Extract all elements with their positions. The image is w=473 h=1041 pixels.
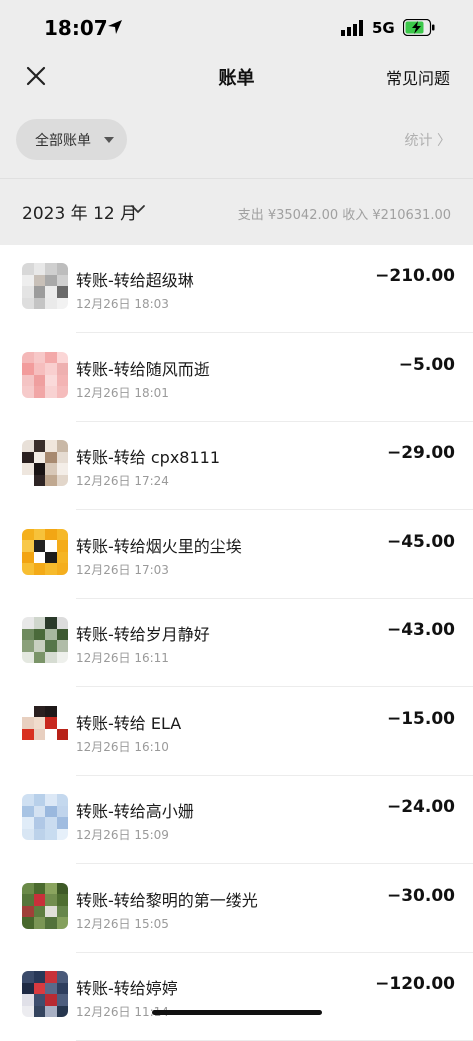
transaction-title: 转账-转给黎明的第一缕光 [76, 890, 258, 910]
avatar [22, 263, 68, 309]
transaction-time: 12月26日 18:03 [76, 297, 169, 311]
month-summary: 支出 ¥35042.00 收入 ¥210631.00 [237, 208, 451, 223]
divider [0, 178, 473, 179]
faq-link[interactable]: 常见问题 [386, 65, 450, 89]
transaction-item[interactable]: 转账-转给超级琳 12月26日 18:03 −210.00 [0, 245, 473, 333]
transaction-time: 12月26日 15:05 [76, 916, 169, 931]
transaction-title: 转账-转给 cpx8111 [76, 448, 221, 467]
transaction-time: 12月26日 16:11 [76, 651, 169, 665]
transaction-item[interactable]: 转账-转给婷婷 12月26日 11:14 −120.00 [0, 953, 473, 1041]
signal-icon [341, 20, 363, 36]
avatar [22, 440, 68, 486]
transaction-item[interactable]: 转账-转给岁月静好 12月26日 16:11 −43.00 [0, 599, 473, 687]
transaction-title: 转账-转给高小姗 [76, 802, 194, 821]
transaction-item[interactable]: 转账-转给 cpx8111 12月26日 17:24 −29.00 [0, 422, 473, 510]
transaction-item[interactable]: 转账-转给黎明的第一缕光 12月26日 15:05 −30.00 [0, 865, 473, 953]
caret-down-icon [104, 137, 114, 143]
close-icon[interactable] [24, 64, 48, 88]
transaction-title: 转账-转给 ELA [76, 713, 182, 733]
status-time: 18:07 [44, 16, 108, 40]
transaction-title: 转账-转给超级琳 [76, 271, 194, 290]
chevron-down-icon[interactable] [130, 204, 146, 214]
battery-charging-icon [403, 19, 435, 36]
transaction-time: 12月26日 17:24 [76, 474, 169, 488]
header-area: 18:07 5G 账单 常见问题 全部账单 统计 〉 2023 年 12 月 支… [0, 0, 473, 245]
transaction-amount: −5.00 [398, 354, 455, 375]
transaction-item[interactable]: 转账-转给 ELA 12月26日 16:10 −15.00 [0, 688, 473, 776]
transaction-item[interactable]: 转账-转给烟火里的尘埃 12月26日 17:03 −45.00 [0, 511, 473, 599]
transaction-time: 12月26日 18:01 [76, 385, 169, 400]
month-selector[interactable]: 2023 年 12 月 [22, 199, 137, 224]
transaction-time: 12月26日 16:10 [76, 739, 169, 754]
avatar [22, 882, 68, 929]
transaction-amount: −30.00 [386, 885, 455, 906]
avatar [22, 617, 68, 663]
transaction-title: 转账-转给烟火里的尘埃 [76, 536, 242, 556]
transaction-amount: −120.00 [375, 974, 455, 994]
network-type: 5G [372, 19, 395, 37]
avatar [22, 351, 68, 398]
transaction-item[interactable]: 转账-转给随风而逝 12月26日 18:01 −5.00 [0, 334, 473, 422]
bill-filter-label: 全部账单 [35, 133, 91, 149]
transaction-title: 转账-转给岁月静好 [76, 625, 210, 644]
transaction-title: 转账-转给随风而逝 [76, 359, 210, 379]
bill-filter-dropdown[interactable]: 全部账单 [16, 119, 127, 160]
transaction-amount: −15.00 [386, 708, 455, 729]
transaction-time: 12月26日 15:09 [76, 828, 169, 842]
avatar [22, 971, 68, 1017]
transaction-amount: −43.00 [386, 620, 455, 640]
home-indicator [152, 1010, 322, 1015]
transaction-amount: −210.00 [375, 266, 455, 286]
transaction-title: 转账-转给婷婷 [76, 979, 178, 998]
transaction-amount: −29.00 [386, 443, 455, 463]
transaction-item[interactable]: 转账-转给高小姗 12月26日 15:09 −24.00 [0, 776, 473, 864]
transaction-amount: −24.00 [386, 797, 455, 817]
transaction-time: 12月26日 17:03 [76, 562, 169, 577]
transaction-amount: −45.00 [386, 531, 455, 552]
stats-link[interactable]: 统计 〉 [405, 130, 451, 150]
avatar [22, 794, 68, 840]
avatar [22, 705, 68, 752]
avatar [22, 528, 68, 575]
location-arrow-icon [108, 20, 122, 34]
